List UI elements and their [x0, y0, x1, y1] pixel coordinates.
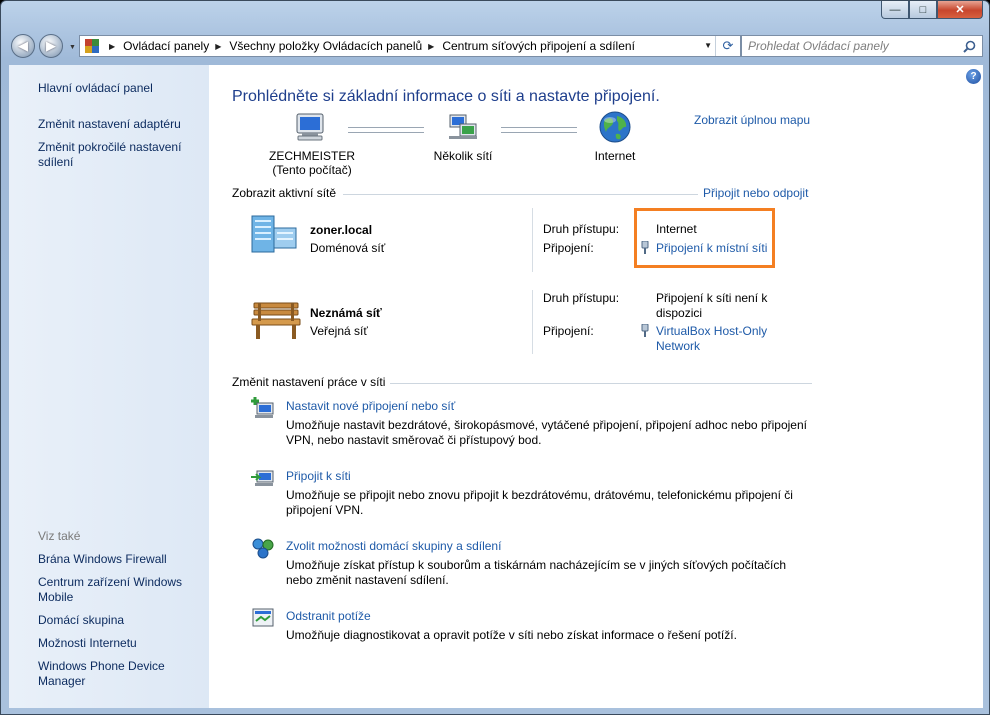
connection-label: Připojení: [543, 324, 594, 338]
search-icon[interactable] [963, 40, 976, 53]
full-map-link[interactable]: Zobrazit úplnou mapu [694, 113, 810, 127]
connection-link-virtualbox[interactable]: VirtualBox Host-Only Network [656, 324, 781, 354]
task-new-connection-link[interactable]: Nastavit nové připojení nebo síť [286, 399, 455, 413]
domain-network-icon [251, 215, 297, 253]
maximize-button[interactable]: □ [909, 1, 937, 19]
content-area: Hlavní ovládací panel Změnit nastavení a… [9, 65, 983, 708]
new-connection-icon [251, 397, 274, 418]
task-description: Umožňuje získat přístup k souborům a tis… [286, 558, 787, 587]
troubleshoot-icon [252, 608, 274, 627]
see-also-homegroup[interactable]: Domácí skupina [38, 613, 198, 628]
breadcrumb-item[interactable]: Všechny položky Ovládacích panelů [229, 39, 422, 53]
access-type-label: Druh přístupu: [543, 291, 620, 305]
window: — □ ✕ ◀ ▶ ▼ ▶ Ovládací panely ▶ Všechny p… [0, 0, 990, 715]
caption-buttons: — □ ✕ [881, 1, 983, 19]
task-homegroup-link[interactable]: Zvolit možnosti domácí skupiny a sdílení [286, 539, 501, 553]
map-connection-line [348, 127, 424, 133]
network-name: Neznámá síť [310, 306, 382, 320]
network-type-link[interactable]: Doménová síť [310, 241, 385, 255]
section-divider [343, 194, 698, 195]
multiple-networks-icon [449, 114, 477, 139]
back-arrow-icon: ◀ [18, 38, 28, 53]
task-description: Umožňuje diagnostikovat a opravit potíže… [286, 628, 737, 642]
connect-disconnect-link[interactable]: Připojit nebo odpojit [703, 186, 808, 200]
address-bar[interactable]: ▶ Ovládací panely ▶ Všechny položky Ovlád… [79, 35, 741, 57]
sidebar-item-advanced-sharing-settings[interactable]: Změnit pokročilé nastavení sdílení [38, 140, 193, 170]
see-also-label: Viz také [38, 529, 81, 543]
connection-label: Připojení: [543, 241, 594, 255]
map-multiple-networks: Několik sítí [433, 149, 493, 163]
map-connection-line [501, 127, 577, 133]
control-panel-icon [85, 39, 99, 53]
recent-pages-dropdown-icon[interactable]: ▼ [69, 44, 76, 51]
homegroup-icon [252, 538, 274, 559]
breadcrumb-item[interactable]: Centrum síťových připojení a sdílení [442, 39, 635, 53]
navigation-bar: ◀ ▶ ▼ ▶ Ovládací panely ▶ Všechny položky… [9, 32, 983, 60]
public-network-bench-icon [251, 302, 301, 339]
access-type-value: Připojení k síti není k dispozici [656, 291, 768, 320]
connect-to-network-icon [251, 470, 274, 486]
change-settings-heading: Změnit nastavení práce v síti [232, 375, 386, 389]
breadcrumb-chevron-icon[interactable]: ▶ [428, 42, 434, 51]
task-description: Umožňuje nastavit bezdrátové, širokopásm… [286, 418, 807, 447]
sidebar-item-change-adapter-settings[interactable]: Změnit nastavení adaptéru [38, 117, 198, 132]
see-also-internet-options[interactable]: Možnosti Internetu [38, 636, 198, 651]
task-troubleshoot-link[interactable]: Odstranit potíže [286, 609, 371, 623]
highlight-box [634, 208, 775, 268]
active-networks-heading: Zobrazit aktivní sítě [232, 186, 337, 200]
see-also-windows-firewall[interactable]: Brána Windows Firewall [38, 552, 198, 567]
see-also-windows-phone-device-manager[interactable]: Windows Phone Device Manager [38, 659, 178, 689]
see-also-windows-mobile-device-center[interactable]: Centrum zařízení Windows Mobile [38, 575, 188, 605]
breadcrumb-chevron-icon[interactable]: ▶ [215, 42, 221, 51]
map-computer-name: ZECHMEISTER (Tento počítač) [257, 149, 367, 177]
task-connect-link[interactable]: Připojit k síti [286, 469, 351, 483]
page-title: Prohlédněte si základní informace o síti… [232, 88, 660, 105]
search-placeholder: Prohledat Ovládací panely [748, 39, 889, 53]
breadcrumb-chevron-icon[interactable]: ▶ [109, 42, 115, 51]
forward-arrow-icon: ▶ [46, 38, 56, 53]
map-internet: Internet [594, 149, 636, 163]
network-type-link[interactable]: Veřejná síť [310, 324, 368, 338]
section-divider [390, 383, 812, 384]
address-dropdown-icon[interactable]: ▼ [704, 41, 712, 50]
vertical-divider [532, 290, 533, 354]
access-type-label: Druh přístupu: [543, 222, 620, 236]
computer-name: ZECHMEISTER [268, 149, 355, 163]
search-input[interactable]: Prohledat Ovládací panely [741, 35, 983, 57]
breadcrumb-item[interactable]: Ovládací panely [123, 39, 209, 53]
back-button[interactable]: ◀ [11, 34, 35, 58]
task-description: Umožňuje se připojit nebo znovu připojit… [286, 488, 793, 517]
close-button[interactable]: ✕ [937, 1, 983, 19]
forward-button[interactable]: ▶ [39, 34, 63, 58]
network-name: zoner.local [310, 223, 373, 237]
refresh-icon[interactable]: ⟳ [715, 36, 740, 56]
sidebar-item-control-panel-home[interactable]: Hlavní ovládací panel [38, 81, 198, 96]
computer-icon [296, 113, 324, 141]
minimize-button[interactable]: — [881, 1, 909, 19]
vertical-divider [532, 208, 533, 272]
network-plug-icon [641, 324, 649, 337]
sidebar: Hlavní ovládací panel Změnit nastavení a… [9, 65, 209, 708]
computer-subtitle: (Tento počítač) [272, 163, 352, 177]
main-panel: Prohlédněte si základní informace o síti… [209, 65, 983, 708]
internet-globe-icon [599, 111, 631, 143]
